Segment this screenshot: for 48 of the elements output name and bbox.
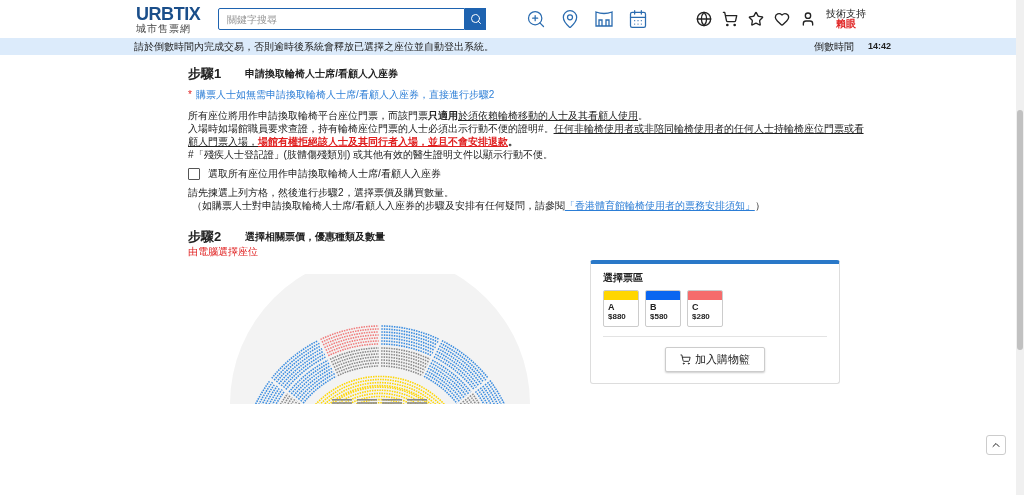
help-link[interactable]: 「香港體育館輪椅使用者的票務安排須知」 bbox=[564, 200, 755, 211]
heart-icon[interactable] bbox=[774, 11, 790, 27]
step-number: 步驟2 bbox=[188, 230, 222, 243]
step-title: 申請換取輪椅人士席/看顧人入座券 bbox=[245, 67, 398, 80]
zoom-search-icon[interactable] bbox=[526, 9, 546, 29]
panel-title: 選擇票區 bbox=[603, 271, 644, 284]
support-brand[interactable]: 賴眼 bbox=[836, 19, 856, 29]
price-zone-card[interactable]: B $580 bbox=[645, 290, 681, 327]
help-close: ） bbox=[754, 200, 765, 211]
zone-code: C bbox=[692, 302, 700, 312]
search-button[interactable] bbox=[465, 8, 486, 30]
zone-code: B bbox=[650, 302, 658, 312]
calendar-icon[interactable] bbox=[628, 9, 648, 29]
auto-select-link[interactable]: 由電腦選擇座位 bbox=[188, 245, 258, 258]
search-icon bbox=[469, 13, 482, 25]
price-zone-card[interactable]: A $880 bbox=[603, 290, 639, 327]
note-text: 購票人士如無需申請換取輪椅人士席/看顧人入座券，直接進行步驟2 bbox=[195, 88, 495, 101]
policy-paragraph: 所有座位將用作申請換取輪椅平台座位門票，而該門票只適用於須依賴輪椅移動的人士及其看顧人使用。 入場時如場館職員要求查證，持有輪椅座位門票的人士必須出示行動不便的證明#。任何非輪椅使用者或非陪同輪椅使用者的任何人士持輪椅座位門票或看顧人門票入場，場館有權拒絕該人士及其同行者入場，並且不會安排退款。 bbox=[188, 109, 865, 148]
footnote-text: #「殘疾人士登記證」(肢體傷殘類別) 或其他有效的醫生證明文件以顯示行動不便。 bbox=[188, 148, 554, 161]
required-mark: * bbox=[188, 88, 192, 101]
checkbox[interactable] bbox=[188, 167, 200, 180]
scrollbar[interactable] bbox=[1016, 0, 1024, 495]
step-number: 步驟1 bbox=[188, 67, 222, 80]
logo[interactable]: URBTIX bbox=[136, 4, 201, 23]
cart-icon[interactable] bbox=[722, 11, 738, 27]
countdown-timer: 14:42 bbox=[867, 39, 891, 53]
star-icon[interactable] bbox=[748, 11, 764, 27]
checkbox-label: 選取所有座位用作申請換取輪椅人士席/看顧人入座券 bbox=[208, 167, 441, 180]
notice-message: 請於倒數時間內完成交易，否則逾時後系統會釋放已選擇之座位並自動登出系統。 bbox=[134, 40, 494, 54]
zone-price: $880 bbox=[608, 312, 627, 322]
search-field[interactable]: 關鍵字搜尋 bbox=[218, 8, 465, 30]
user-icon[interactable] bbox=[800, 11, 816, 27]
support-label: 技術支持 bbox=[826, 9, 866, 19]
globe-icon[interactable] bbox=[696, 11, 712, 27]
map-pin-icon[interactable] bbox=[560, 9, 580, 29]
scroll-to-top-button[interactable] bbox=[986, 435, 1006, 455]
step-title: 選擇相關票價，優惠種類及數量 bbox=[245, 230, 386, 243]
help-text: （如購票人士對申請換取輪椅人士席/看顧人入座券的步驟及安排有任何疑問，請參閱 bbox=[192, 200, 565, 211]
cart-icon bbox=[680, 354, 691, 365]
instruction-text: 請先揀選上列方格，然後進行步驟2，選擇票價及購買數量。 bbox=[188, 186, 455, 199]
countdown-label: 倒數時間 bbox=[813, 40, 854, 54]
zone-code: A bbox=[608, 302, 616, 312]
zone-price: $580 bbox=[650, 312, 669, 322]
add-to-cart-button[interactable]: 加入購物籃 bbox=[665, 347, 765, 372]
price-zone-card[interactable]: C $280 bbox=[687, 290, 723, 327]
logo-subtitle: 城市售票網 bbox=[136, 23, 191, 34]
zone-price: $280 bbox=[692, 312, 711, 322]
theatre-seats-icon[interactable] bbox=[594, 9, 614, 29]
